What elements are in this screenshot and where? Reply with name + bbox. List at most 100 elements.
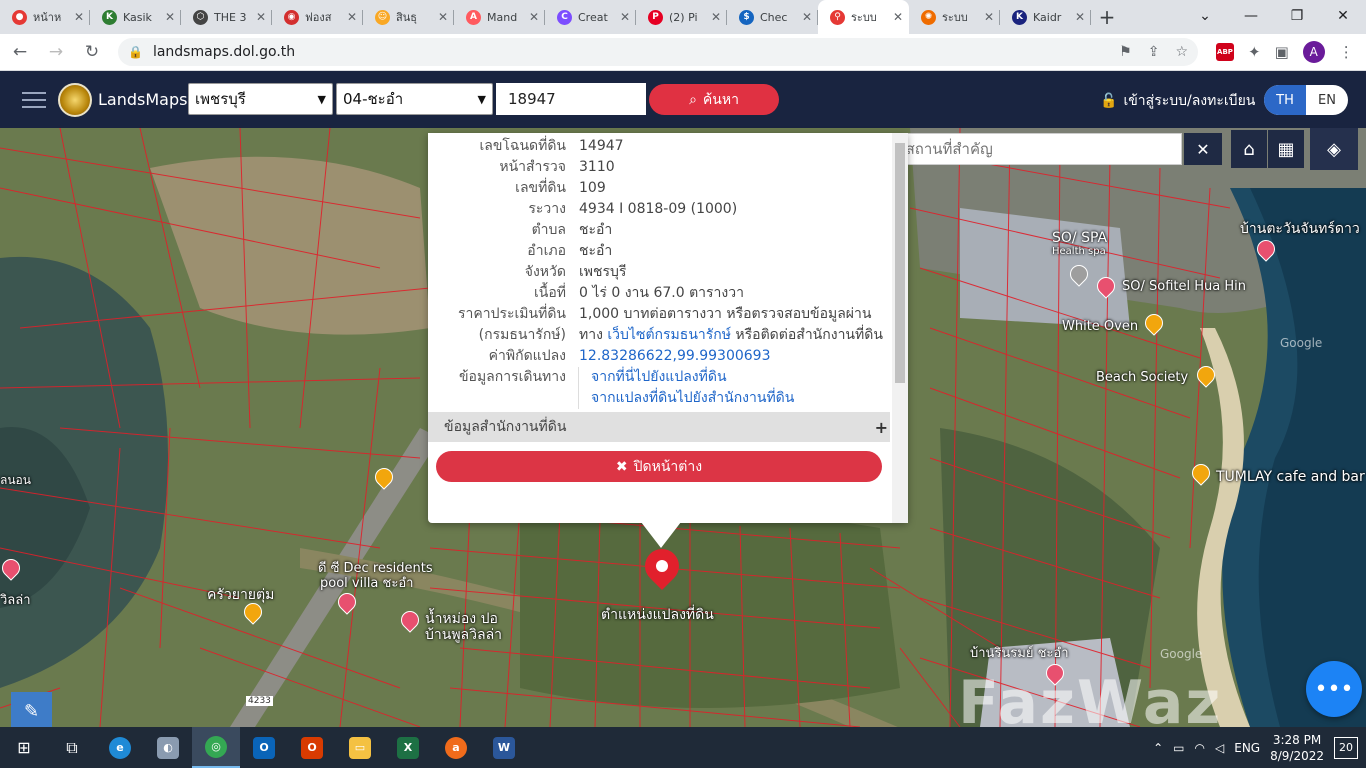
battery-icon[interactable]: ▭	[1173, 741, 1184, 755]
home-icon[interactable]: ⌂	[1231, 130, 1267, 168]
tab-search-icon[interactable]: ⌄	[1182, 0, 1228, 32]
poi-label[interactable]: SO/ SPA	[1052, 230, 1107, 246]
info-row: เนื้อที่ 0 ไร่ 0 งาน 67.0 ตารางวา	[428, 283, 888, 304]
word-icon[interactable]: W	[480, 727, 528, 768]
translate-icon[interactable]: ⚑	[1119, 44, 1132, 60]
popup-scrollbar[interactable]	[892, 133, 908, 523]
tab-close-icon[interactable]: ✕	[529, 10, 539, 24]
browser-tab[interactable]: ⚲ ระบบ ✕	[818, 0, 909, 34]
tab-close-icon[interactable]: ✕	[1075, 10, 1085, 24]
office-icon[interactable]: O	[288, 727, 336, 768]
poi-label[interactable]: Beach Society	[1096, 370, 1188, 385]
outlook-icon[interactable]: O	[240, 727, 288, 768]
browser-tab[interactable]: A Mand ✕	[454, 0, 545, 34]
avast-icon[interactable]: a	[432, 727, 480, 768]
close-icon[interactable]: ✕	[1184, 133, 1222, 165]
browser-tab[interactable]: ⬡ THE 3 ✕	[181, 0, 272, 34]
input-language[interactable]: ENG	[1234, 741, 1260, 755]
browser-tab[interactable]: ☺ สินธุ ✕	[363, 0, 454, 34]
hamburger-menu-icon[interactable]	[22, 91, 46, 108]
grid-icon[interactable]: ▦	[1268, 130, 1304, 168]
browser-tab[interactable]: K Kaidr ✕	[1000, 0, 1091, 34]
measure-tool-icon[interactable]: ✎	[11, 692, 52, 727]
new-tab-button[interactable]: +	[1091, 0, 1123, 34]
bookmark-star-icon[interactable]: ☆	[1175, 44, 1188, 60]
layers-icon[interactable]: ◈	[1310, 128, 1358, 170]
poi-label[interactable]: TUMLAY cafe and bar	[1216, 469, 1365, 485]
system-tray: ⌃ ▭ ◠ ◁ ENG 3:28 PM 8/9/2022 20	[1153, 732, 1366, 764]
wifi-icon[interactable]: ◠	[1195, 741, 1205, 755]
info-label: เนื้อที่	[534, 285, 566, 301]
volume-icon[interactable]: ◁	[1215, 741, 1224, 755]
parcel-number-input[interactable]	[496, 83, 646, 115]
browser-tab[interactable]: ● หน้าห ✕	[0, 0, 90, 34]
browser-tab[interactable]: K Kasik ✕	[90, 0, 181, 34]
lang-en-button[interactable]: EN	[1306, 85, 1348, 115]
fazwaz-watermark: FazWaz	[958, 668, 1223, 727]
file-explorer-icon[interactable]: ▭	[336, 727, 384, 768]
tab-favicon-icon: K	[102, 9, 117, 25]
place-search-input[interactable]	[862, 133, 1182, 165]
tab-title: Creat	[578, 10, 608, 24]
tab-close-icon[interactable]: ✕	[256, 10, 266, 24]
adblock-icon[interactable]: ABP	[1216, 43, 1234, 61]
excel-icon[interactable]: X	[384, 727, 432, 768]
share-icon[interactable]: ⇪	[1148, 44, 1160, 60]
info-value[interactable]: จากแปลงที่ดินไปยังสำนักงานที่ดิน	[578, 388, 888, 409]
profile-avatar[interactable]: A	[1302, 41, 1325, 63]
poi-label[interactable]: SO/ Sofitel Hua Hin	[1122, 279, 1246, 294]
minimize-button[interactable]: —	[1228, 0, 1274, 32]
district-select[interactable]: 04-ชะอำ ▼	[336, 83, 493, 115]
restore-button[interactable]: ❐	[1274, 0, 1320, 32]
info-value[interactable]: จากที่นี่ไปยังแปลงที่ดิน	[578, 367, 888, 388]
treasury-website-link[interactable]: เว็บไซต์กรมธนารักษ์	[607, 327, 731, 343]
task-view-icon[interactable]: ⧉	[48, 727, 96, 768]
address-bar[interactable]: 🔒 landsmaps.dol.go.th ⚑ ⇪ ☆	[118, 38, 1198, 66]
search-button[interactable]: ⌕ ค้นหา	[649, 84, 779, 115]
close-window-button[interactable]: ✕	[1320, 0, 1366, 32]
tab-close-icon[interactable]: ✕	[74, 10, 84, 24]
info-row: หน้าสำรวจ 3110	[428, 157, 888, 178]
chrome-icon[interactable]: ◎	[192, 727, 240, 768]
tab-close-icon[interactable]: ✕	[165, 10, 175, 24]
windows-start-icon[interactable]: ⊞	[0, 727, 48, 768]
lang-th-button[interactable]: TH	[1264, 85, 1306, 115]
tab-close-icon[interactable]: ✕	[802, 10, 812, 24]
edge-icon[interactable]: e	[96, 727, 144, 768]
poi-label[interactable]: บ้านรินรมย์ ชะอำ	[970, 642, 1069, 663]
browser-tab[interactable]: ◉ ฟองส ✕	[272, 0, 363, 34]
close-window-button[interactable]: ✖ ปิดหน้าต่าง	[436, 451, 882, 482]
browser-tab[interactable]: ✺ ระบบ ✕	[909, 0, 1000, 34]
clock[interactable]: 3:28 PM 8/9/2022	[1270, 732, 1324, 764]
tab-close-icon[interactable]: ✕	[984, 10, 994, 24]
app-header: LandsMaps เพชรบุรี▼ 04-ชะอำ▼ ⌕ ค้นหา 🔓 เ…	[0, 71, 1366, 128]
forward-button[interactable]: →	[40, 36, 72, 68]
poi-label[interactable]: White Oven	[1062, 319, 1138, 334]
tab-title: (2) Pi	[669, 10, 698, 24]
tab-close-icon[interactable]: ✕	[893, 10, 903, 24]
tab-close-icon[interactable]: ✕	[438, 10, 448, 24]
notification-center-button[interactable]: 20	[1334, 736, 1358, 759]
tab-close-icon[interactable]: ✕	[620, 10, 630, 24]
poi-label[interactable]: บ้านตะวันจันทร์ดาว	[1240, 218, 1360, 240]
extensions-icon[interactable]: ✦	[1248, 43, 1261, 61]
side-panel-icon[interactable]: ▣	[1275, 43, 1289, 61]
reload-button[interactable]: ↻	[76, 36, 108, 68]
menu-dots-icon[interactable]: ⋮	[1339, 43, 1354, 61]
chevron-up-icon[interactable]: ⌃	[1153, 741, 1163, 755]
login-link[interactable]: 🔓 เข้าสู่ระบบ/ลงทะเบียน	[1100, 90, 1255, 112]
lock-icon: 🔒	[128, 45, 143, 59]
poi-label[interactable]: ครัวยายตุ่ม	[207, 584, 274, 606]
land-office-info-toggle[interactable]: ข้อมูลสำนักงานที่ดิน +	[428, 412, 890, 442]
browser-tab[interactable]: C Creat ✕	[545, 0, 636, 34]
info-value[interactable]: 12.83286622,99.99300693	[578, 346, 888, 367]
province-select[interactable]: เพชรบุรี ▼	[188, 83, 333, 115]
tab-close-icon[interactable]: ✕	[347, 10, 357, 24]
paint-icon[interactable]: ◐	[144, 727, 192, 768]
tab-close-icon[interactable]: ✕	[711, 10, 721, 24]
tab-favicon-icon: ⚲	[830, 9, 845, 25]
browser-tab[interactable]: $ Chec ✕	[727, 0, 818, 34]
chat-bubble-icon[interactable]: •••	[1306, 661, 1362, 717]
browser-tab[interactable]: P (2) Pi ✕	[636, 0, 727, 34]
back-button[interactable]: ←	[4, 36, 36, 68]
